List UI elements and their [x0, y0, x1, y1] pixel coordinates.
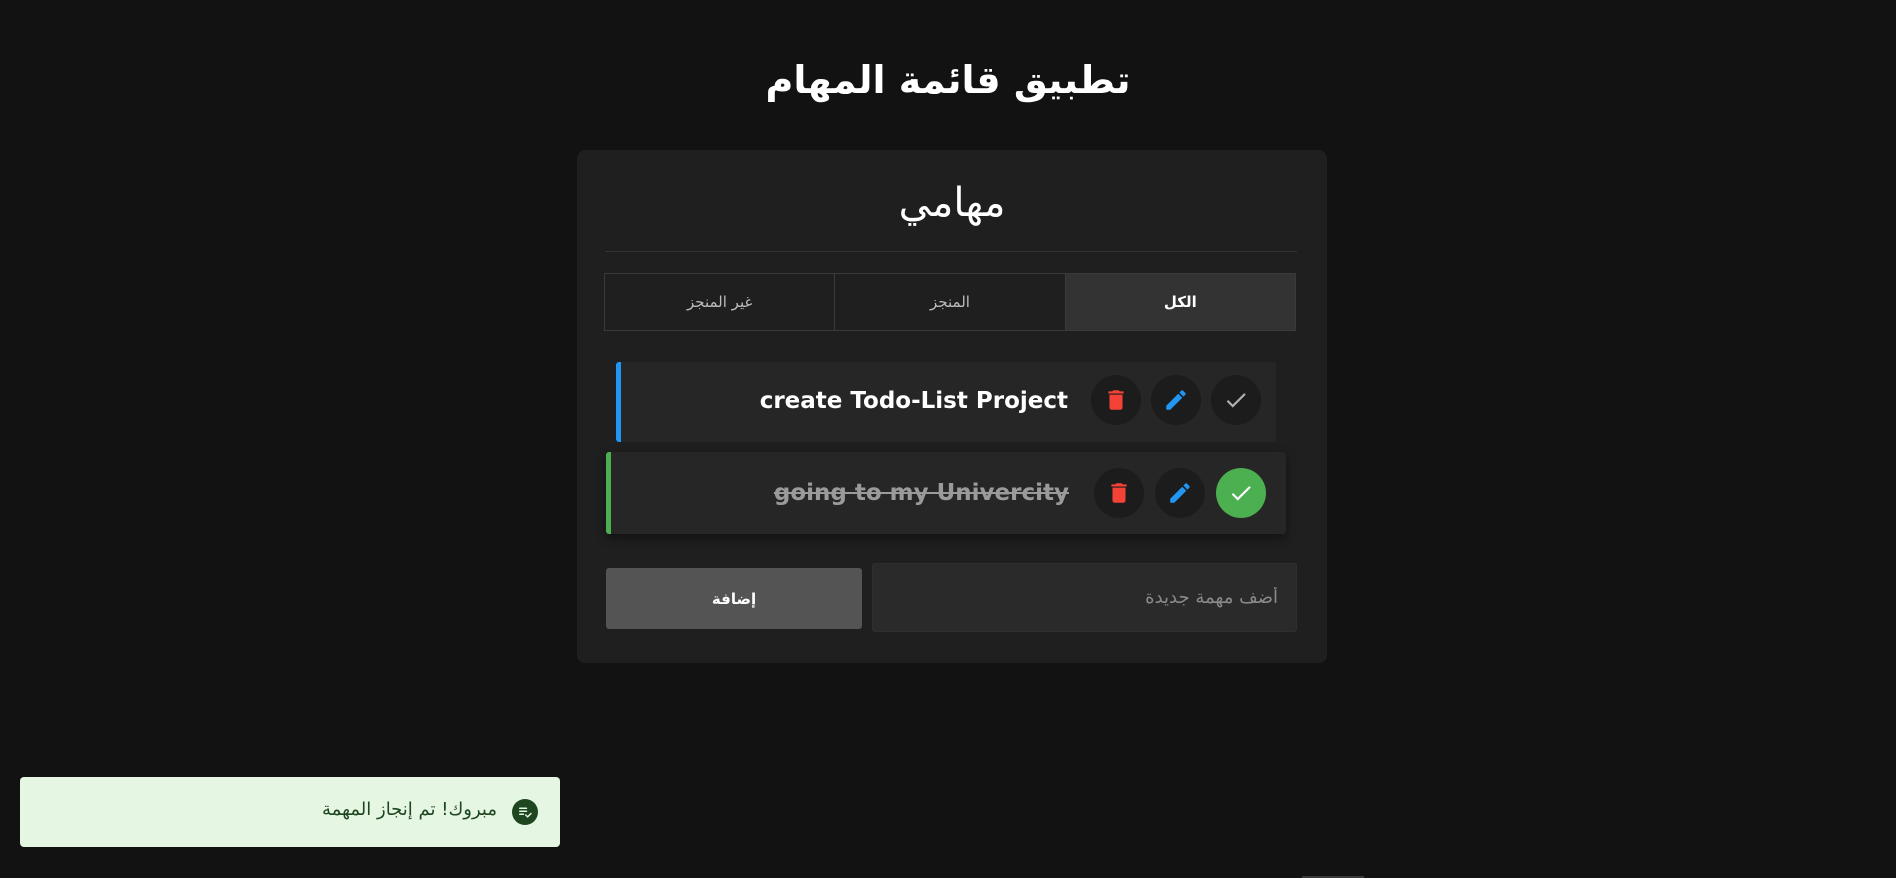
new-task-input[interactable] [872, 563, 1297, 632]
task-text: create Todo-List Project [759, 388, 1068, 414]
complete-task-button[interactable] [1216, 468, 1266, 518]
delete-task-button[interactable] [1094, 468, 1144, 518]
success-toast: مبروك! تم إنجاز المهمة [20, 777, 560, 847]
todo-card: مهامي الكل المنجز غير المنجز create Todo… [577, 150, 1327, 663]
task-text: going to my Univercity [773, 480, 1069, 506]
delete-task-button[interactable] [1091, 375, 1141, 425]
check-icon [1231, 486, 1251, 501]
task-item: going to my Univercity [606, 452, 1286, 534]
delete-icon [1108, 390, 1124, 410]
delete-icon [1111, 483, 1127, 503]
add-task-button[interactable]: إضافة [606, 568, 862, 629]
card-title: مهامي [898, 180, 1006, 226]
filter-tabs: الكل المنجز غير المنجز [604, 273, 1296, 331]
edit-icon [1166, 390, 1186, 410]
complete-task-button[interactable] [1211, 375, 1261, 425]
toast-message: مبروك! تم إنجاز المهمة [322, 799, 497, 820]
app-title: تطبيق قائمة المهام [765, 58, 1131, 102]
tab-completed[interactable]: المنجز [834, 274, 1064, 330]
tab-all[interactable]: الكل [1064, 274, 1295, 330]
edit-task-button[interactable] [1155, 468, 1205, 518]
task-done-icon [512, 799, 538, 825]
edit-task-button[interactable] [1151, 375, 1201, 425]
task-item: create Todo-List Project [616, 362, 1276, 442]
card-divider [605, 251, 1297, 252]
edit-icon [1170, 483, 1190, 503]
check-icon [1226, 393, 1246, 408]
tab-not-completed[interactable]: غير المنجز [605, 274, 834, 330]
